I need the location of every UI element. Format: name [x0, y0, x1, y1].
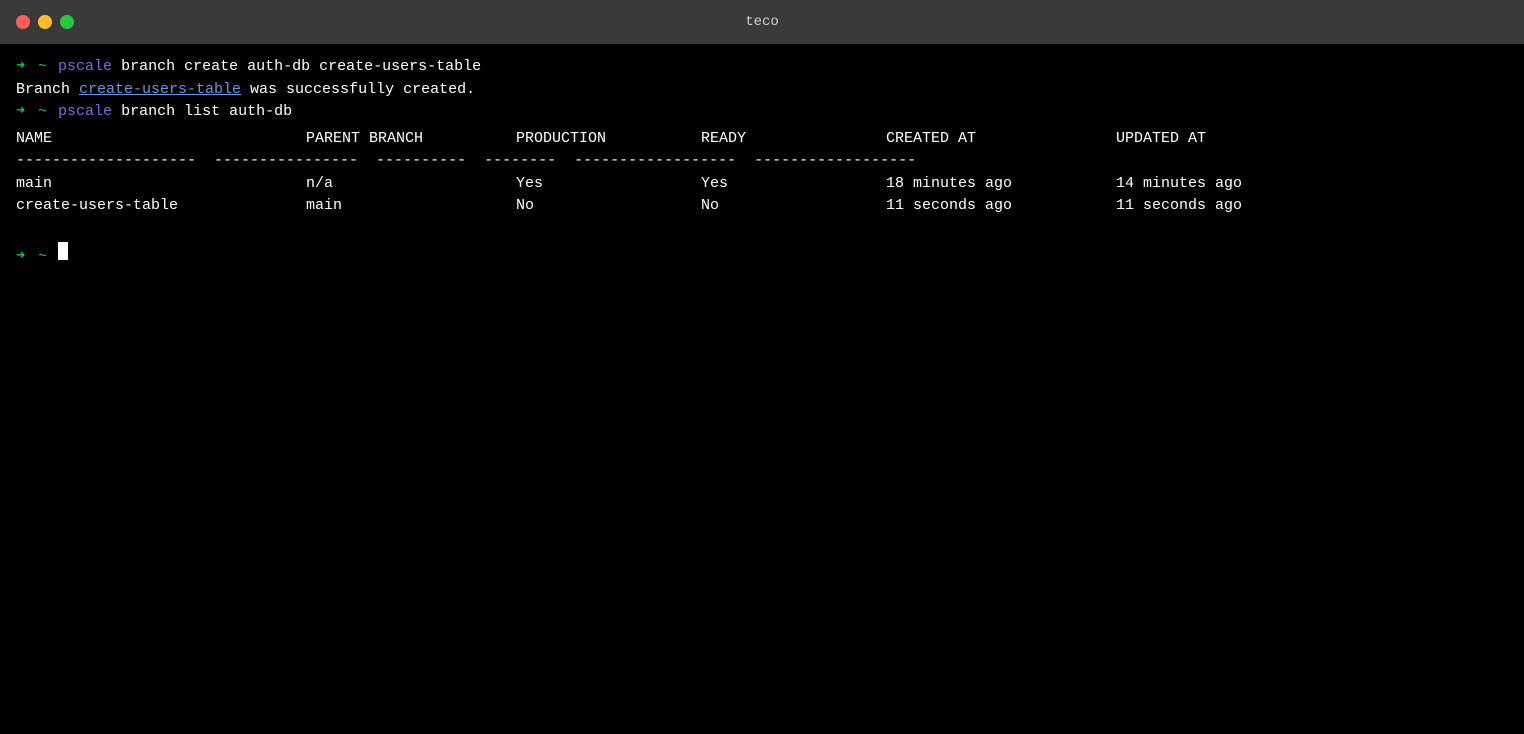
- traffic-lights: [16, 15, 74, 29]
- row-main-ready: Yes: [701, 173, 886, 196]
- command-line-2: ➜ ~ pscale branch list auth-db: [16, 101, 1508, 124]
- row-cut-production: No: [516, 195, 701, 218]
- row-main-parent: n/a: [306, 173, 516, 196]
- row-main-production: Yes: [516, 173, 701, 196]
- blank-line: [16, 218, 1508, 242]
- row-main-created-at: 18 minutes ago: [886, 173, 1116, 196]
- header-updated-at: UPDATED AT: [1116, 128, 1346, 151]
- row-cut-ready: No: [701, 195, 886, 218]
- prompt-arrow-final: ➜: [16, 246, 25, 269]
- command-text-1: branch create auth-db create-users-table: [112, 56, 481, 79]
- table-row-create-users-table: create-users-table main No No 11 seconds…: [16, 195, 1508, 218]
- close-button[interactable]: [16, 15, 30, 29]
- minimize-button[interactable]: [38, 15, 52, 29]
- success-suffix: was successfully created.: [241, 79, 475, 102]
- success-line: Branch create-users-table was successful…: [16, 79, 1508, 102]
- prompt-tilde-2: ~: [29, 101, 47, 124]
- prompt-line-final: ➜ ~: [16, 242, 1508, 269]
- header-created-at: CREATED AT: [886, 128, 1116, 151]
- row-cut-parent: main: [306, 195, 516, 218]
- maximize-button[interactable]: [60, 15, 74, 29]
- row-cut-updated-at: 11 seconds ago: [1116, 195, 1346, 218]
- header-production: PRODUCTION: [516, 128, 701, 151]
- command-line-1: ➜ ~ pscale branch create auth-db create-…: [16, 56, 1508, 79]
- terminal-cursor: [58, 242, 68, 260]
- prompt-pscale-2: pscale: [49, 101, 112, 124]
- header-parent-branch: PARENT BRANCH: [306, 128, 516, 151]
- command-text-2: branch list auth-db: [112, 101, 292, 124]
- table-row-main: main n/a Yes Yes 18 minutes ago 14 minut…: [16, 173, 1508, 196]
- success-prefix: Branch: [16, 79, 79, 102]
- prompt-arrow-2: ➜: [16, 101, 25, 124]
- row-main-updated-at: 14 minutes ago: [1116, 173, 1346, 196]
- titlebar: teco: [0, 0, 1524, 44]
- terminal[interactable]: ➜ ~ pscale branch create auth-db create-…: [0, 44, 1524, 734]
- prompt-arrow-1: ➜: [16, 56, 25, 79]
- header-name: NAME: [16, 128, 306, 151]
- prompt-tilde-1: ~: [29, 56, 47, 79]
- prompt-pscale-1: pscale: [49, 56, 112, 79]
- table-divider: -------------------- ---------------- --…: [16, 150, 1508, 173]
- branch-name-highlight: create-users-table: [79, 79, 241, 102]
- window-title: teco: [745, 14, 779, 30]
- row-cut-created-at: 11 seconds ago: [886, 195, 1116, 218]
- row-cut-name: create-users-table: [16, 195, 306, 218]
- header-ready: READY: [701, 128, 886, 151]
- table-header-row: NAME PARENT BRANCH PRODUCTION READY CREA…: [16, 128, 1508, 151]
- divider-line: -------------------- ---------------- --…: [16, 150, 916, 173]
- prompt-tilde-final: ~: [29, 246, 47, 269]
- row-main-name: main: [16, 173, 306, 196]
